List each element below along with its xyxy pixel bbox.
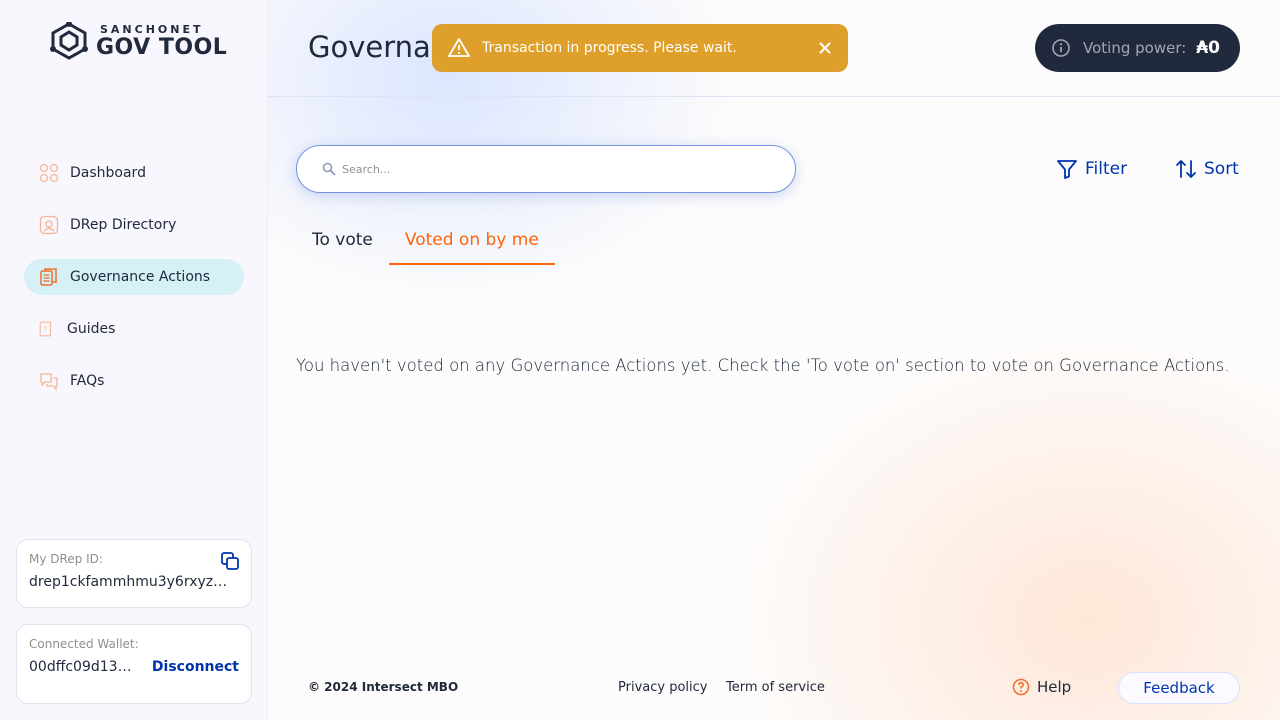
- sidebar-item-label: Guides: [67, 321, 116, 337]
- info-icon[interactable]: [1051, 38, 1071, 58]
- sort-button[interactable]: Sort: [1175, 156, 1239, 182]
- sidebar-item-label: FAQs: [70, 373, 105, 389]
- faqs-icon: [40, 373, 58, 391]
- sidebar-nav: Dashboard DRep Directory Governance Acti…: [24, 155, 244, 415]
- toast-message: Transaction in progress. Please wait.: [482, 40, 737, 56]
- drep-id-label: My DRep ID:: [29, 552, 103, 566]
- connected-wallet-card: Connected Wallet: 00dffc09d13b… Disconne…: [16, 624, 252, 704]
- copy-icon[interactable]: [221, 552, 239, 570]
- sidebar-item-label: Governance Actions: [70, 269, 211, 285]
- sidebar-item-guides[interactable]: ? Guides: [24, 311, 244, 347]
- search-input[interactable]: [342, 162, 772, 176]
- dashboard-icon: [39, 163, 59, 183]
- sidebar-item-governance-actions[interactable]: Governance Actions: [24, 259, 244, 295]
- sidebar-item-faqs[interactable]: FAQs: [24, 363, 244, 399]
- tab-voted-on-by-me[interactable]: Voted on by me: [388, 218, 555, 265]
- brand-title: GOV TOOL: [96, 34, 228, 60]
- filter-label: Filter: [1085, 159, 1128, 179]
- tab-to-vote[interactable]: To vote: [296, 218, 389, 265]
- guides-icon: ?: [39, 321, 52, 337]
- main-content: Governance Actions Voting power: ₳0 Tran…: [268, 0, 1280, 720]
- help-icon: [1012, 678, 1030, 696]
- privacy-policy-link[interactable]: Privacy policy: [618, 680, 707, 695]
- app-logo[interactable]: SANCHONET GOV TOOL: [48, 22, 227, 60]
- wallet-address: 00dffc09d13b…: [29, 659, 139, 675]
- feedback-button[interactable]: Feedback: [1118, 672, 1240, 704]
- sidebar-item-label: Dashboard: [70, 165, 146, 181]
- filter-icon: [1057, 160, 1077, 179]
- voting-power-value: ₳0: [1196, 38, 1220, 58]
- drep-id-card: My DRep ID: drep1ckfammhmu3y6rxyzy…: [16, 539, 252, 608]
- close-icon[interactable]: [816, 39, 834, 57]
- search-box: [296, 145, 796, 193]
- voting-power-label: Voting power:: [1083, 39, 1187, 57]
- connected-wallet-label: Connected Wallet:: [29, 637, 139, 651]
- sort-icon: [1176, 160, 1196, 178]
- sidebar-item-dashboard[interactable]: Dashboard: [24, 155, 244, 191]
- brand-subtitle: SANCHONET: [100, 22, 204, 36]
- voting-power-badge: Voting power: ₳0: [1035, 24, 1240, 72]
- disconnect-button[interactable]: Disconnect: [152, 659, 239, 675]
- sidebar-item-drep-directory[interactable]: DRep Directory: [24, 207, 244, 243]
- drep-id-value: drep1ckfammhmu3y6rxyzy…: [29, 574, 235, 590]
- logo-icon: [50, 22, 88, 60]
- sort-label: Sort: [1204, 159, 1239, 179]
- governance-actions-icon: [40, 268, 57, 286]
- transaction-toast: Transaction in progress. Please wait.: [432, 24, 848, 72]
- drep-directory-icon: [39, 215, 59, 235]
- filter-button[interactable]: Filter: [1056, 156, 1127, 182]
- footer: © 2024 Intersect MBO Privacy policy Term…: [268, 670, 1280, 706]
- copyright-text: © 2024 Intersect MBO: [308, 680, 459, 694]
- help-button[interactable]: Help: [1012, 678, 1071, 696]
- warning-icon: [448, 38, 470, 57]
- terms-of-service-link[interactable]: Term of service: [726, 680, 825, 695]
- search-icon: [322, 162, 336, 176]
- sidebar: SANCHONET GOV TOOL Dashboard DRep Direct…: [0, 0, 268, 720]
- help-label: Help: [1037, 678, 1072, 696]
- sidebar-item-label: DRep Directory: [70, 217, 177, 233]
- empty-state-message: You haven't voted on any Governance Acti…: [296, 356, 1230, 375]
- svg-text:?: ?: [43, 324, 47, 333]
- tab-bar: To vote Voted on by me: [296, 218, 555, 265]
